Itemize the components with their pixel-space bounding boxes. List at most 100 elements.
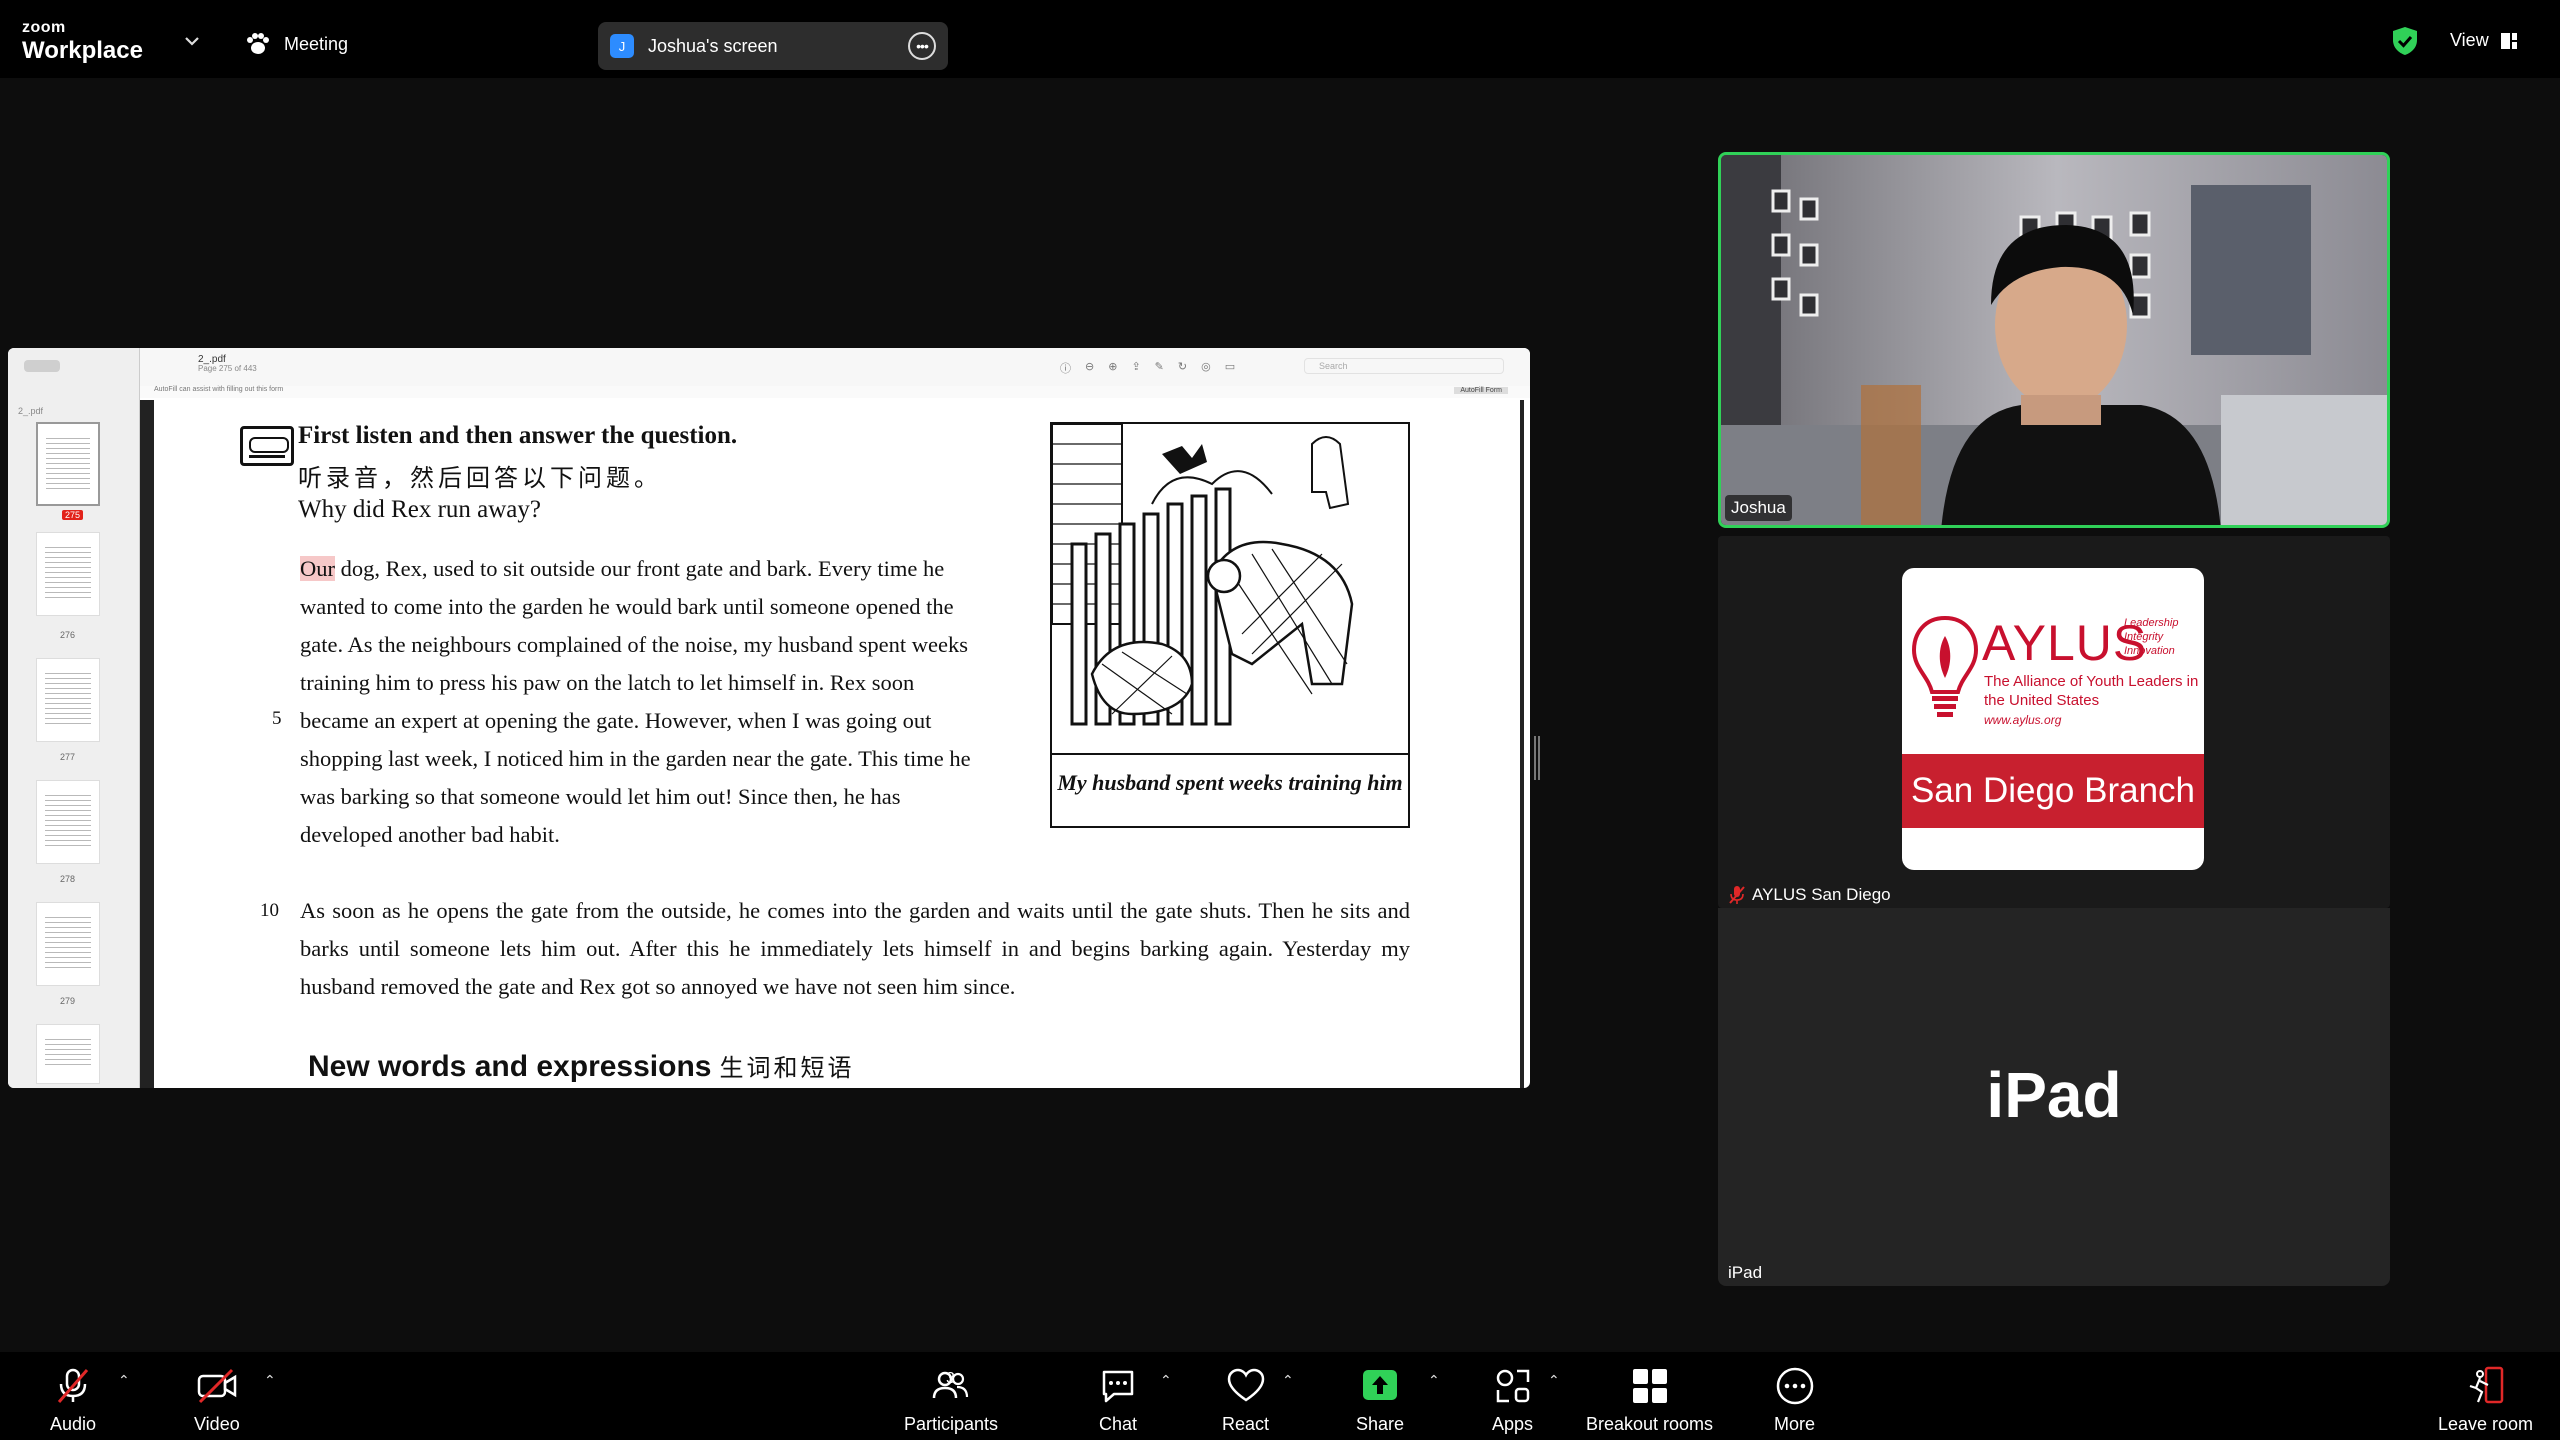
- pdf-thumbnail-sidebar[interactable]: 2_.pdf 275 276 277 278 279: [8, 348, 140, 1088]
- passage-paragraph-1: Our dog, Rex, used to sit outside our fr…: [300, 550, 980, 854]
- participant-display-name: iPad: [1986, 1059, 2122, 1131]
- apps-label: Apps: [1492, 1414, 1534, 1434]
- rotate-icon[interactable]: ↻: [1178, 360, 1187, 376]
- participants-button[interactable]: 3 Participants: [904, 1366, 998, 1435]
- line-number: 10: [260, 900, 279, 921]
- pdf-page: First listen and then answer the questio…: [160, 400, 1520, 1088]
- thumbnail-page[interactable]: [36, 780, 100, 864]
- info-icon[interactable]: ⓘ: [1060, 360, 1071, 376]
- share-screen-icon: [1363, 1370, 1398, 1400]
- sharer-avatar: J: [610, 34, 634, 58]
- participant-name: iPad: [1728, 1263, 1763, 1282]
- new-words-label: New words and expressions: [308, 1050, 712, 1083]
- microphone-muted-icon: [57, 1368, 89, 1403]
- chat-button[interactable]: Chat: [1098, 1366, 1138, 1435]
- markup-icon[interactable]: ✎: [1155, 360, 1164, 376]
- aylus-profile-card: AYLUS Leadership Integrity Innovation Th…: [1902, 568, 2204, 870]
- split-view-resize-handle[interactable]: [1534, 736, 1540, 780]
- aylus-url: www.aylus.org: [1984, 713, 2062, 727]
- zoom-in-icon[interactable]: ⊕: [1108, 360, 1117, 376]
- thumbnail-page[interactable]: [36, 902, 100, 986]
- sidebar-toggle[interactable]: [24, 360, 60, 372]
- new-words-label-chinese: 生词和短语: [719, 1054, 855, 1082]
- leave-room-label: Leave room: [2438, 1414, 2534, 1434]
- lesson-instruction: First listen and then answer the questio…: [298, 422, 738, 449]
- microphone-muted-icon: [1729, 886, 1745, 904]
- thumbnail-page[interactable]: [36, 658, 100, 742]
- more-button[interactable]: More: [1774, 1366, 1815, 1435]
- participant-tile-joshua[interactable]: Joshua: [1718, 152, 2390, 528]
- audio-button[interactable]: Audio: [50, 1366, 96, 1435]
- aylus-tagline: Leadership Integrity Innovation: [2124, 616, 2178, 658]
- participant-name: AYLUS San Diego: [1752, 885, 1891, 904]
- thumbnail-page[interactable]: [36, 1024, 100, 1084]
- lightbulb-logo-icon: [1911, 615, 1979, 717]
- participant-tile-aylus[interactable]: AYLUS Leadership Integrity Innovation Th…: [1718, 536, 2390, 908]
- zoom-workplace-logo[interactable]: zoom Workplace: [22, 20, 143, 66]
- autofill-button[interactable]: AutoFill Form: [1454, 387, 1508, 394]
- pdf-page-info: Page 275 of 443: [198, 364, 257, 373]
- grid-view-icon: [2500, 32, 2517, 49]
- video-feed: [1721, 155, 2387, 525]
- lesson-instruction-chinese: 听录音，然后回答以下问题。: [298, 464, 662, 492]
- shared-screen-pill[interactable]: J Joshua's screen •••: [598, 22, 948, 70]
- apps-button[interactable]: Apps: [1492, 1366, 1533, 1435]
- chat-icon: [1102, 1370, 1134, 1403]
- pdf-toolbar: 2_.pdf Page 275 of 443 ⓘ ⊖ ⊕ ⇪ ✎ ↻ ◎ ▭ S…: [140, 348, 1530, 388]
- participant-name-tag: iPad: [1722, 1260, 1768, 1286]
- chat-label: Chat: [1098, 1414, 1138, 1434]
- apps-options-caret[interactable]: ⌃: [1548, 1372, 1560, 1389]
- sidebar-filename: 2_.pdf: [18, 406, 44, 416]
- shared-screen[interactable]: 2_.pdf 275 276 277 278 279 2_.pdf Page 2…: [8, 348, 1530, 1088]
- participant-name-tag: AYLUS San Diego: [1722, 882, 1897, 908]
- camera-off-icon: [197, 1368, 237, 1404]
- thumbnail-page[interactable]: [36, 422, 100, 506]
- meeting-info-button[interactable]: Meeting: [244, 32, 348, 56]
- breakout-rooms-button[interactable]: Breakout rooms: [1586, 1366, 1713, 1435]
- share-button[interactable]: Share: [1356, 1366, 1404, 1435]
- more-options-icon[interactable]: •••: [908, 32, 936, 60]
- passage-text: dog, Rex, used to sit outside our front …: [300, 556, 971, 847]
- pdf-search-input[interactable]: Search: [1304, 358, 1504, 374]
- thumbnail-page[interactable]: [36, 532, 100, 616]
- react-label: React: [1222, 1414, 1270, 1434]
- thumbnail-number: 277: [60, 752, 76, 762]
- dog-gate-illustration: [1052, 424, 1408, 755]
- participants-count: 3: [946, 1370, 955, 1387]
- react-button[interactable]: React: [1222, 1366, 1269, 1435]
- thumbnail-number: 276: [60, 630, 76, 640]
- share-options-caret[interactable]: ⌃: [1428, 1372, 1440, 1389]
- video-button[interactable]: Video: [194, 1366, 240, 1435]
- participants-label: Participants: [904, 1414, 999, 1434]
- thumbnail-number: 275: [62, 510, 84, 520]
- highlight-icon[interactable]: ◎: [1201, 360, 1211, 376]
- participant-name: Joshua: [1731, 498, 1786, 517]
- tagline-item: Leadership: [2124, 617, 2179, 629]
- encryption-shield-icon[interactable]: [2392, 26, 2418, 56]
- zoom-out-icon[interactable]: ⊖: [1085, 360, 1094, 376]
- share-icon[interactable]: ⇪: [1131, 360, 1140, 376]
- chat-options-caret[interactable]: ⌃: [1160, 1372, 1172, 1389]
- leave-room-button[interactable]: Leave room: [2438, 1366, 2533, 1435]
- view-button[interactable]: View: [2450, 30, 2517, 51]
- thumbnail-number: 278: [60, 874, 76, 884]
- chevron-down-icon[interactable]: [182, 34, 202, 48]
- new-words-heading: New words and expressions 生词和短语: [308, 1048, 854, 1084]
- react-options-caret[interactable]: ⌃: [1282, 1372, 1294, 1389]
- view-label: View: [2450, 30, 2489, 50]
- brand-small: zoom: [22, 19, 66, 36]
- aylus-subtitle: The Alliance of Youth Leaders in the Uni…: [1984, 673, 2199, 709]
- leave-room-icon: [2469, 1366, 2503, 1404]
- video-options-caret[interactable]: ⌃: [264, 1372, 276, 1389]
- meeting-toolbar: Audio ⌃ Video ⌃ 3 Participants Chat ⌃ Re…: [0, 1352, 2560, 1440]
- paw-icon: [247, 33, 269, 54]
- participant-tile-ipad[interactable]: iPad iPad: [1718, 908, 2390, 1286]
- video-label: Video: [194, 1414, 240, 1434]
- audio-options-caret[interactable]: ⌃: [118, 1372, 130, 1389]
- form-icon[interactable]: ▭: [1225, 360, 1235, 376]
- highlighted-word: Our: [300, 556, 335, 581]
- tagline-item: Innovation: [2124, 645, 2175, 657]
- share-label: Share: [1356, 1414, 1405, 1434]
- lesson-illustration: My husband spent weeks training him: [1050, 422, 1410, 828]
- illustration-caption: My husband spent weeks training him: [1057, 770, 1403, 795]
